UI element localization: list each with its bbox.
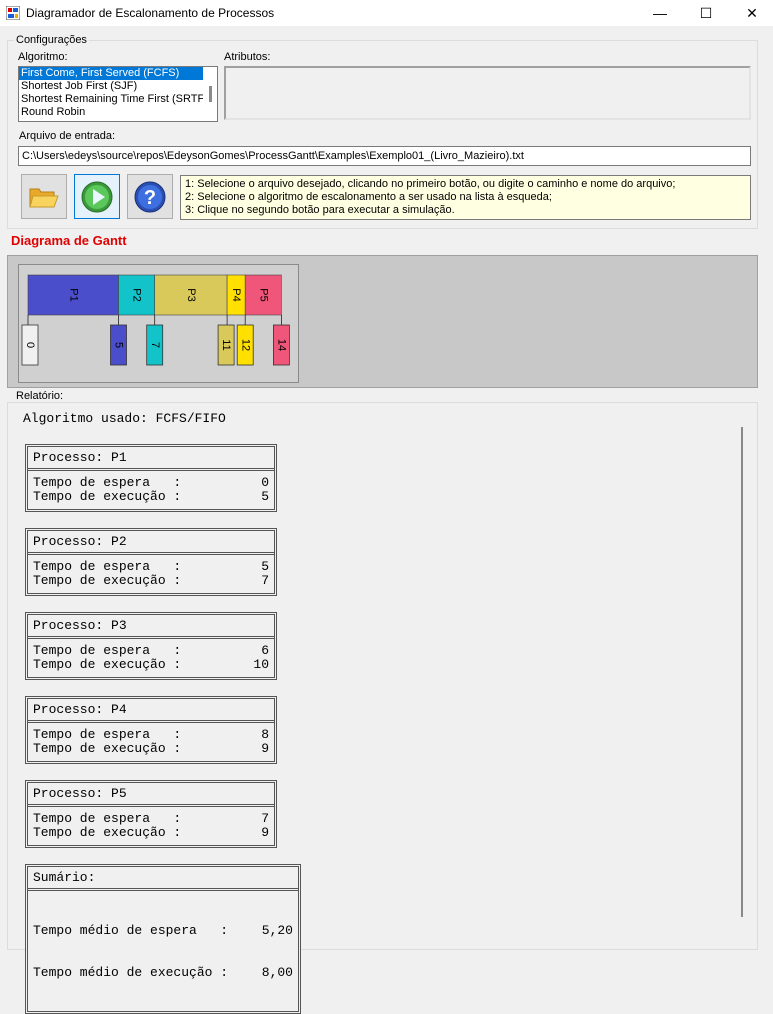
attributes-panel bbox=[224, 66, 751, 120]
exec-value: 9 bbox=[261, 741, 269, 756]
list-scroll-thumb[interactable] bbox=[209, 86, 212, 102]
algorithm-option[interactable]: Round Robin bbox=[19, 106, 217, 119]
avg-exec-value: 8,00 bbox=[261, 965, 293, 980]
algorithm-option[interactable]: Shortest Remaining Time First (SRTF) bbox=[19, 93, 217, 106]
app-icon bbox=[6, 6, 20, 20]
exec-label: Tempo de execução : bbox=[33, 741, 182, 756]
algorithm-list[interactable]: First Come, First Served (FCFS) Shortest … bbox=[18, 66, 218, 122]
wait-value: 0 bbox=[261, 475, 269, 490]
help-button[interactable]: ? bbox=[127, 174, 173, 219]
gantt-tick-label: 0 bbox=[24, 342, 36, 348]
window-title: Diagramador de Escalonamento de Processo… bbox=[26, 6, 275, 20]
gantt-title: Diagrama de Gantt bbox=[11, 233, 127, 248]
avg-exec-label: Tempo médio de execução : bbox=[33, 965, 229, 980]
process-title: Processo: P4 bbox=[28, 699, 274, 723]
play-icon bbox=[81, 181, 113, 212]
summary-title: Sumário: bbox=[28, 867, 298, 891]
exec-value: 5 bbox=[261, 489, 269, 504]
exec-value: 7 bbox=[261, 573, 269, 588]
algorithm-option[interactable]: First Come, First Served (FCFS) bbox=[19, 67, 217, 80]
close-button[interactable]: ✕ bbox=[729, 0, 773, 26]
help-line-2: 2: Selecione o algoritmo de escalonament… bbox=[185, 191, 552, 203]
avg-wait-label: Tempo médio de espera : bbox=[33, 923, 229, 938]
exec-label: Tempo de execução : bbox=[33, 825, 182, 840]
exec-label: Tempo de execução : bbox=[33, 657, 182, 672]
help-instructions: 1: Selecione o arquivo desejado, clicand… bbox=[180, 175, 751, 220]
gantt-bar-label: P2 bbox=[131, 288, 143, 301]
gantt-tick-label: 12 bbox=[239, 339, 251, 351]
algorithm-used-line: Algoritmo usado: FCFS/FIFO bbox=[23, 411, 226, 426]
wait-label: Tempo de espera : bbox=[33, 811, 182, 826]
process-title: Processo: P3 bbox=[28, 615, 274, 639]
process-title: Processo: P2 bbox=[28, 531, 274, 555]
exec-label: Tempo de execução : bbox=[33, 489, 182, 504]
algorithm-option[interactable]: Shortest Job First (SJF) bbox=[19, 80, 217, 93]
wait-value: 8 bbox=[261, 727, 269, 742]
exec-label: Tempo de execução : bbox=[33, 573, 182, 588]
exec-value: 9 bbox=[261, 825, 269, 840]
exec-value: 10 bbox=[253, 657, 269, 672]
report-scrollbar[interactable] bbox=[741, 427, 743, 917]
gantt-bar-label: P1 bbox=[67, 288, 79, 301]
wait-label: Tempo de espera : bbox=[33, 643, 182, 658]
help-line-3: 3: Clique no segundo botão para executar… bbox=[185, 204, 455, 216]
gantt-chart: P1 P2 P3 P4 P5 0 5 7 11 12 14 bbox=[18, 264, 299, 383]
gantt-bar-label: P4 bbox=[230, 288, 242, 301]
svg-text:?: ? bbox=[144, 187, 156, 209]
process-box: Processo: P2 Tempo de espera : 5 Tempo de e… bbox=[25, 528, 277, 596]
folder-icon bbox=[29, 188, 59, 207]
open-file-button[interactable] bbox=[21, 174, 67, 219]
wait-label: Tempo de espera : bbox=[33, 727, 182, 742]
gantt-tick-label: 14 bbox=[275, 339, 287, 351]
process-title: Processo: P5 bbox=[28, 783, 274, 807]
gantt-bar-label: P5 bbox=[257, 288, 269, 301]
process-box: Processo: P3 Tempo de espera : 6 Tempo de e… bbox=[25, 612, 277, 680]
gantt-tick-label: 5 bbox=[113, 342, 125, 348]
maximize-button[interactable]: ☐ bbox=[683, 0, 729, 26]
wait-label: Tempo de espera : bbox=[33, 475, 182, 490]
process-box: Processo: P4 Tempo de espera : 8 Tempo de e… bbox=[25, 696, 277, 764]
list-scrollbar[interactable] bbox=[203, 67, 217, 121]
wait-value: 6 bbox=[261, 643, 269, 658]
process-title: Processo: P1 bbox=[28, 447, 274, 471]
process-box: Processo: P5 Tempo de espera : 7 Tempo de e… bbox=[25, 780, 277, 848]
minimize-button[interactable]: — bbox=[637, 0, 683, 26]
gantt-bar-label: P3 bbox=[185, 288, 197, 301]
algorithm-label: Algoritmo: bbox=[18, 51, 68, 63]
config-group-label: Configurações bbox=[14, 34, 89, 46]
attributes-label: Atributos: bbox=[224, 51, 271, 63]
gantt-svg: P1 P2 P3 P4 P5 0 5 7 11 12 14 bbox=[21, 274, 290, 366]
help-line-1: 1: Selecione o arquivo desejado, clicand… bbox=[185, 178, 676, 190]
title-bar: Diagramador de Escalonamento de Processo… bbox=[0, 0, 773, 26]
report-label: Relatório: bbox=[14, 390, 66, 402]
run-button[interactable] bbox=[74, 174, 120, 219]
process-box: Processo: P1 Tempo de espera : 0 Tempo de e… bbox=[25, 444, 277, 512]
report-panel: Algoritmo usado: FCFS/FIFO Processo: P1 T… bbox=[7, 402, 758, 1014]
summary-box: Sumário: Tempo médio de espera : 5,20 Tem… bbox=[25, 864, 301, 1014]
help-icon: ? bbox=[134, 181, 166, 212]
wait-label: Tempo de espera : bbox=[33, 559, 182, 574]
input-file-label: Arquivo de entrada: bbox=[19, 130, 116, 142]
input-file-field[interactable]: C:\Users\edeys\source\repos\EdeysonGomes… bbox=[18, 146, 751, 166]
wait-value: 7 bbox=[261, 811, 269, 826]
gantt-tick-label: 7 bbox=[149, 342, 161, 348]
avg-wait-value: 5,20 bbox=[261, 923, 293, 938]
wait-value: 5 bbox=[261, 559, 269, 574]
gantt-tick-label: 11 bbox=[220, 339, 232, 350]
